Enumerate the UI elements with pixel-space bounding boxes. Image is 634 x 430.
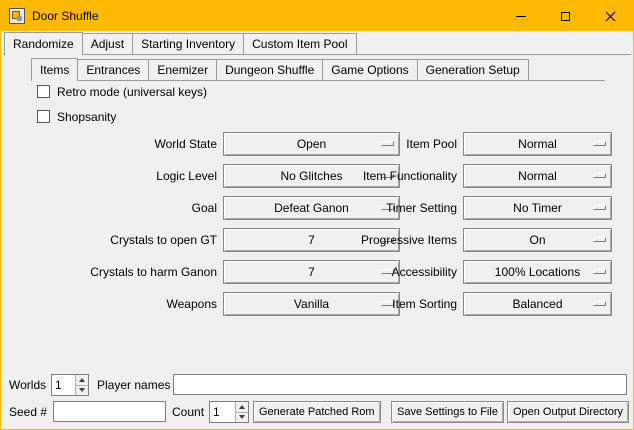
window: Door Shuffle Randomize Adjust Starting I… [0, 0, 634, 430]
count-spinbox[interactable]: 1 [209, 401, 249, 423]
logic-level-label: Logic Level [31, 164, 217, 188]
accessibility-value: 100% Locations [495, 265, 580, 279]
tab-game-options[interactable]: Game Options [322, 59, 417, 80]
seed-input[interactable] [53, 401, 166, 422]
outer-tab-bar: Randomize Adjust Starting Inventory Cust… [4, 32, 356, 55]
shopsanity-label: Shopsanity [57, 110, 116, 124]
chevron-down-icon [79, 388, 85, 392]
bottom-right-buttons: Save Settings to File Open Output Direct… [391, 401, 629, 423]
tab-randomize[interactable]: Randomize [4, 32, 83, 55]
retro-mode-label: Retro mode (universal keys) [57, 85, 207, 99]
dropdown-indicator-icon [593, 301, 606, 306]
count-spin-up[interactable] [236, 402, 248, 412]
open-output-directory-button[interactable]: Open Output Directory [507, 401, 629, 423]
worlds-spin-up[interactable] [76, 375, 88, 385]
caption-buttons [498, 1, 633, 31]
maximize-icon [561, 12, 570, 21]
world-state-label: World State [31, 132, 217, 156]
dropdown-indicator-icon [593, 205, 606, 210]
item-sorting-dropdown[interactable]: Balanced [463, 292, 612, 316]
item-functionality-label: Item Functionality [301, 164, 457, 188]
worlds-label: Worlds [9, 374, 46, 396]
count-spin-down[interactable] [236, 412, 248, 423]
timer-setting-label: Timer Setting [301, 196, 457, 220]
count-value: 1 [210, 402, 235, 422]
player-names-input[interactable] [173, 374, 627, 395]
progressive-items-dropdown[interactable]: On [463, 228, 612, 252]
worlds-spin-arrows [75, 375, 88, 395]
minimize-icon [516, 16, 526, 17]
close-button[interactable] [588, 1, 633, 31]
item-pool-label: Item Pool [301, 132, 457, 156]
worlds-spinbox[interactable]: 1 [51, 374, 89, 396]
tab-dungeon-shuffle[interactable]: Dungeon Shuffle [216, 59, 323, 80]
item-sorting-value: Balanced [512, 297, 562, 311]
item-functionality-value: Normal [518, 169, 557, 183]
accessibility-dropdown[interactable]: 100% Locations [463, 260, 612, 284]
window-title: Door Shuffle [32, 9, 99, 23]
item-pool-dropdown[interactable]: Normal [463, 132, 612, 156]
tab-enemizer[interactable]: Enemizer [148, 59, 217, 80]
item-sorting-label: Item Sorting [301, 292, 457, 316]
timer-setting-value: No Timer [513, 201, 562, 215]
worlds-value: 1 [52, 375, 75, 395]
retro-mode-checkbox-row[interactable]: Retro mode (universal keys) [37, 84, 207, 99]
item-pool-value: Normal [518, 137, 557, 151]
dropdown-indicator-icon [593, 237, 606, 242]
tab-starting-inventory[interactable]: Starting Inventory [132, 33, 244, 54]
count-label: Count [172, 401, 204, 423]
crystals-open-gt-label: Crystals to open GT [31, 228, 217, 252]
worlds-spin-down[interactable] [76, 385, 88, 396]
progressive-items-value: On [529, 233, 545, 247]
close-icon [605, 11, 616, 22]
progressive-items-label: Progressive Items [301, 228, 457, 252]
shopsanity-checkbox[interactable] [37, 110, 50, 123]
tab-entrances[interactable]: Entrances [77, 59, 149, 80]
app-icon[interactable] [9, 8, 25, 24]
save-settings-button[interactable]: Save Settings to File [391, 401, 504, 423]
player-names-label: Player names [97, 374, 170, 396]
accessibility-label: Accessibility [301, 260, 457, 284]
dropdown-indicator-icon [593, 269, 606, 274]
shopsanity-checkbox-row[interactable]: Shopsanity [37, 109, 116, 124]
dropdown-indicator-icon [593, 173, 606, 178]
titlebar[interactable]: Door Shuffle [1, 1, 633, 31]
timer-setting-dropdown[interactable]: No Timer [463, 196, 612, 220]
inner-tab-bar: Items Entrances Enemizer Dungeon Shuffle… [31, 58, 528, 81]
item-functionality-dropdown[interactable]: Normal [463, 164, 612, 188]
crystals-harm-ganon-label: Crystals to harm Ganon [31, 260, 217, 284]
tab-custom-item-pool[interactable]: Custom Item Pool [243, 33, 356, 54]
chevron-up-icon [239, 405, 245, 409]
seed-label: Seed # [9, 401, 47, 423]
goal-label: Goal [31, 196, 217, 220]
chevron-down-icon [239, 415, 245, 419]
tab-adjust[interactable]: Adjust [82, 33, 133, 54]
generate-patched-rom-button[interactable]: Generate Patched Rom [253, 401, 381, 423]
maximize-button[interactable] [543, 1, 588, 31]
count-spin-arrows [235, 402, 248, 422]
tab-items[interactable]: Items [31, 58, 78, 81]
tab-generation-setup[interactable]: Generation Setup [417, 59, 529, 80]
retro-mode-checkbox[interactable] [37, 85, 50, 98]
minimize-button[interactable] [498, 1, 543, 31]
dropdown-indicator-icon [593, 141, 606, 146]
chevron-up-icon [79, 378, 85, 382]
weapons-label: Weapons [31, 292, 217, 316]
